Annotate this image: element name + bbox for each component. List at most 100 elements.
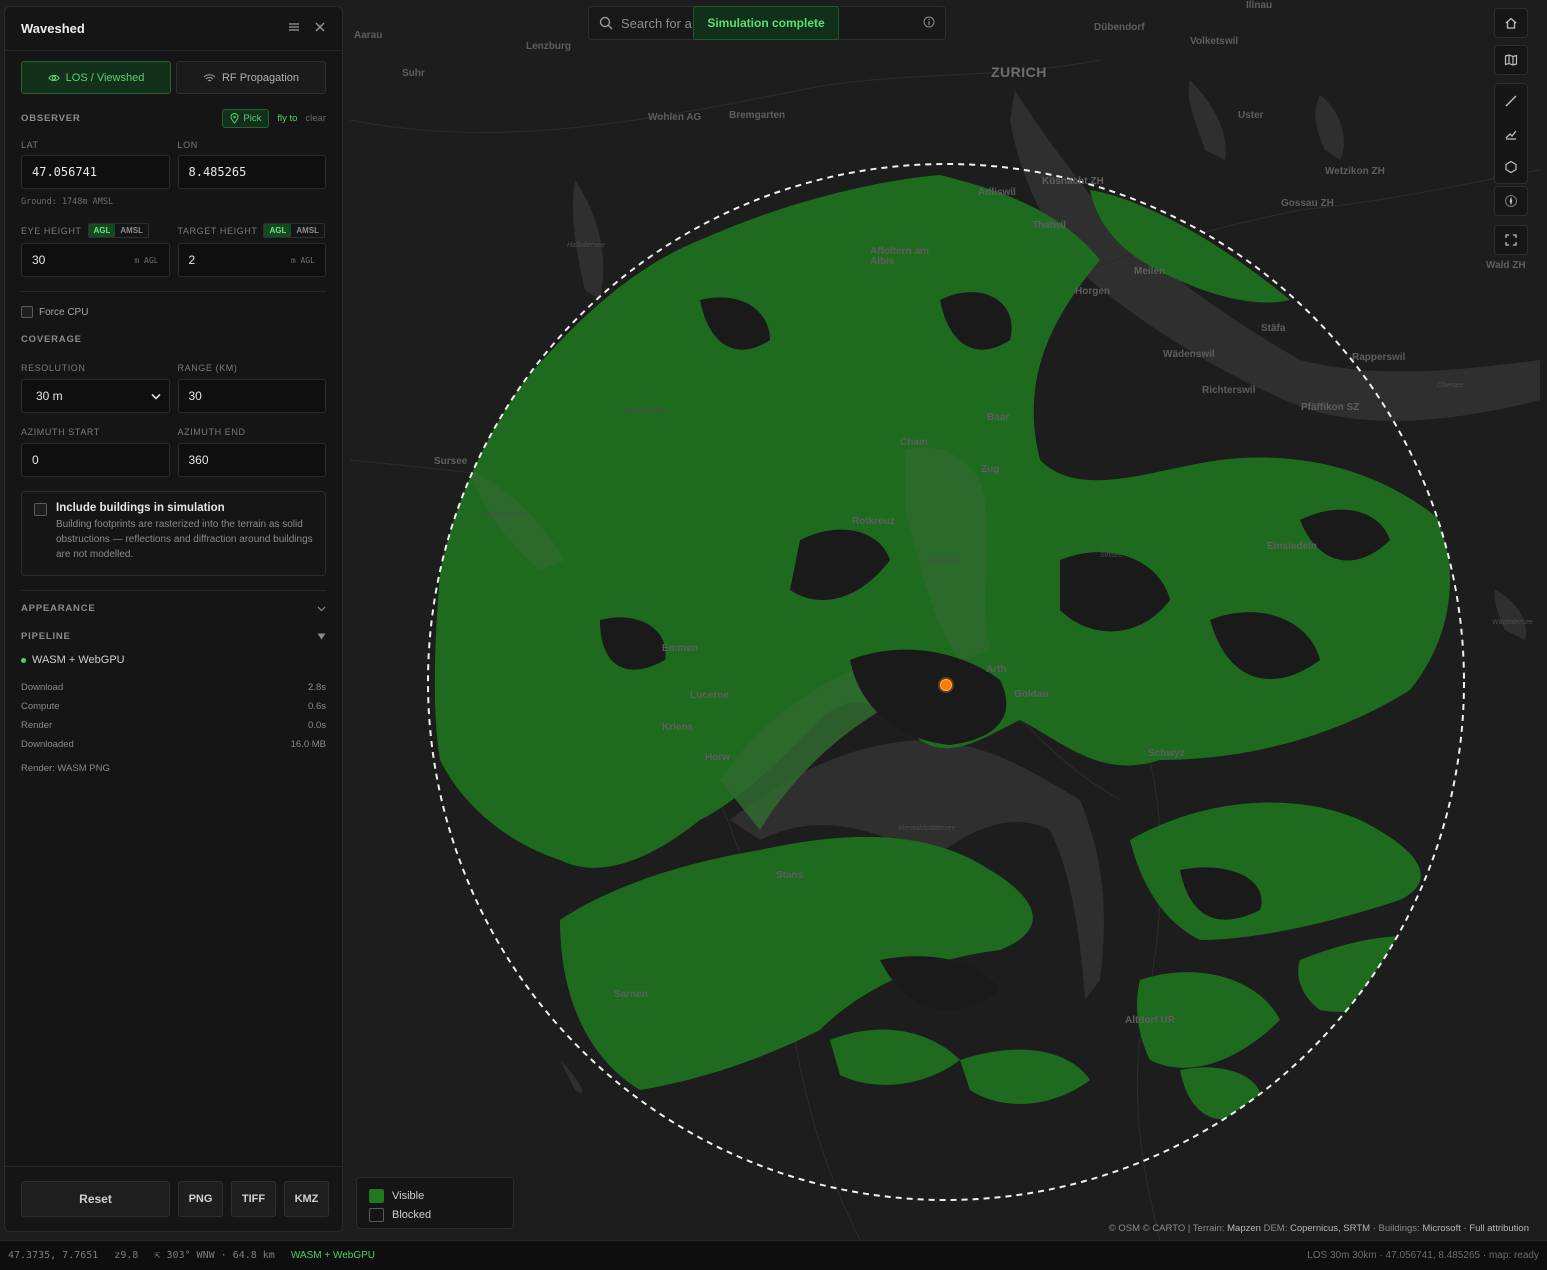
- pipeline-section[interactable]: PIPELINE: [5, 614, 342, 642]
- resolution-label: RESOLUTION: [21, 363, 86, 373]
- elevation-profile-button[interactable]: [1495, 117, 1527, 150]
- include-buildings-checkbox[interactable]: [34, 503, 47, 516]
- compass-icon: [1505, 195, 1517, 207]
- place-label: Richterswil: [1202, 385, 1256, 396]
- lat-input[interactable]: 47.056741: [21, 155, 170, 189]
- place-label: Stans: [776, 870, 804, 881]
- place-label: Sarnen: [614, 989, 648, 1000]
- place-label: Goldau: [1014, 689, 1049, 700]
- side-panel: Waveshed LOS / Viewshed RF Propagation O…: [4, 6, 343, 1232]
- tab-los-viewshed[interactable]: LOS / Viewshed: [21, 61, 171, 94]
- close-icon[interactable]: [314, 21, 326, 36]
- place-label: Einsiedeln: [1267, 541, 1318, 552]
- bearing-distance: ⇱ 303° WNW · 64.8 km: [154, 1250, 275, 1261]
- place-label: Gossau ZH: [1281, 198, 1334, 209]
- place-label: Suhr: [402, 68, 425, 79]
- eye-height-input[interactable]: 30 m AGL: [21, 243, 170, 277]
- attribution-dem-link[interactable]: Copernicus, SRTM: [1290, 1223, 1370, 1234]
- target-height-mode-toggle[interactable]: AGL AMSL: [263, 223, 326, 238]
- appearance-section[interactable]: APPEARANCE: [5, 591, 342, 614]
- stat-row: Compute 0.6s: [21, 701, 326, 712]
- engine-status: WASM + WebGPU: [290, 1250, 376, 1261]
- full-attribution-link[interactable]: · Full attribution: [1464, 1223, 1529, 1234]
- measure-line-button[interactable]: [1495, 84, 1527, 117]
- azimuth-start-input[interactable]: 0: [21, 443, 170, 477]
- stat-row: Downloaded 16.0 MB: [21, 739, 326, 750]
- observer-section-label: OBSERVER: [21, 112, 81, 124]
- place-label: Schwyz: [1148, 748, 1185, 759]
- legend: Visible Blocked: [356, 1177, 514, 1229]
- azimuth-start-label: AZIMUTH START: [21, 427, 100, 437]
- status-summary: LOS 30m 30km · 47.056741, 8.485265 · map…: [1307, 1250, 1539, 1261]
- place-label: Kriens: [662, 722, 694, 733]
- place-label: Sursee: [434, 456, 468, 467]
- zoom-level: z9.8: [114, 1250, 139, 1261]
- place-label: Uster: [1238, 110, 1264, 121]
- pick-button[interactable]: Pick: [222, 108, 270, 128]
- attribution-buildings-link[interactable]: Microsoft: [1422, 1223, 1461, 1234]
- wifi-icon: [203, 73, 216, 81]
- reset-button[interactable]: Reset: [21, 1181, 170, 1217]
- stat-row: Render 0.0s: [21, 720, 326, 731]
- target-height-input[interactable]: 2 m AGL: [177, 243, 326, 277]
- blocked-swatch: [369, 1207, 384, 1222]
- place-label: Baar: [987, 412, 1010, 423]
- tab-rf-propagation[interactable]: RF Propagation: [176, 61, 326, 94]
- target-height-label: TARGET HEIGHT: [177, 225, 258, 236]
- line-icon: [1505, 95, 1517, 106]
- place-label: Arth: [986, 664, 1007, 675]
- export-tiff-button[interactable]: TIFF: [231, 1181, 276, 1217]
- compass-button[interactable]: [1494, 186, 1528, 216]
- place-label: Rapperswil: [1352, 352, 1406, 363]
- home-button[interactable]: [1494, 8, 1528, 38]
- place-label: Adliswil: [978, 187, 1016, 198]
- attribution-terrain-link[interactable]: Mapzen: [1227, 1223, 1261, 1234]
- include-buildings-title: Include buildings in simulation: [56, 502, 225, 514]
- azimuth-end-label: AZIMUTH END: [177, 427, 246, 437]
- menu-icon[interactable]: [288, 21, 300, 36]
- azimuth-end-input[interactable]: 360: [177, 443, 326, 477]
- buildings-option: Include buildings in simulation Building…: [21, 491, 326, 576]
- fullscreen-button[interactable]: [1494, 225, 1528, 255]
- polygon-button[interactable]: [1495, 150, 1527, 183]
- agl-option[interactable]: AGL: [88, 224, 116, 237]
- pin-icon: [230, 112, 239, 124]
- place-label: Emmen: [662, 643, 699, 654]
- export-kmz-button[interactable]: KMZ: [284, 1181, 329, 1217]
- place-label: Horgen: [1075, 286, 1110, 297]
- profile-icon: [1505, 130, 1517, 140]
- observer-marker[interactable]: [940, 679, 952, 691]
- lake-label: Sihlsee: [1100, 552, 1123, 559]
- place-label: Bremgarten: [729, 110, 786, 121]
- place-label: Illnau: [1246, 0, 1273, 11]
- resolution-select[interactable]: 30 m: [21, 379, 170, 413]
- attribution-dem-label: DEM:: [1263, 1223, 1288, 1234]
- lon-input[interactable]: 8.485265: [177, 155, 326, 189]
- basemap-button[interactable]: [1494, 45, 1528, 75]
- info-icon[interactable]: [923, 16, 935, 31]
- place-label: Wädenswil: [1163, 349, 1215, 360]
- lon-label: LON: [177, 140, 198, 150]
- eye-height-label: EYE HEIGHT: [21, 225, 82, 236]
- export-png-button[interactable]: PNG: [178, 1181, 223, 1217]
- place-label: Küsnacht ZH: [1042, 176, 1104, 187]
- force-cpu-checkbox[interactable]: [21, 306, 33, 318]
- amsl-option[interactable]: AMSL: [115, 224, 148, 237]
- draw-tools: [1494, 83, 1528, 184]
- triangle-down-icon: [317, 633, 326, 640]
- eye-height-mode-toggle[interactable]: AGL AMSL: [87, 223, 150, 238]
- agl-option[interactable]: AGL: [264, 224, 292, 237]
- range-input[interactable]: 30: [177, 379, 326, 413]
- toast-notification: Simulation complete: [693, 6, 839, 40]
- coverage-section-label: COVERAGE: [21, 334, 82, 345]
- visible-swatch: [369, 1188, 384, 1203]
- attribution-prefix: © OSM © CARTO | Terrain:: [1108, 1223, 1225, 1234]
- render-mode: Render: WASM PNG: [21, 763, 110, 774]
- place-label: Lenzburg: [526, 41, 571, 52]
- ground-elevation: Ground: 1748m AMSL: [21, 197, 114, 207]
- amsl-option[interactable]: AMSL: [291, 224, 324, 237]
- fly-to-link[interactable]: fly to: [277, 113, 297, 124]
- place-label: Zug: [981, 464, 1000, 475]
- clear-link[interactable]: clear: [305, 113, 326, 124]
- tab-label: RF Propagation: [221, 71, 300, 84]
